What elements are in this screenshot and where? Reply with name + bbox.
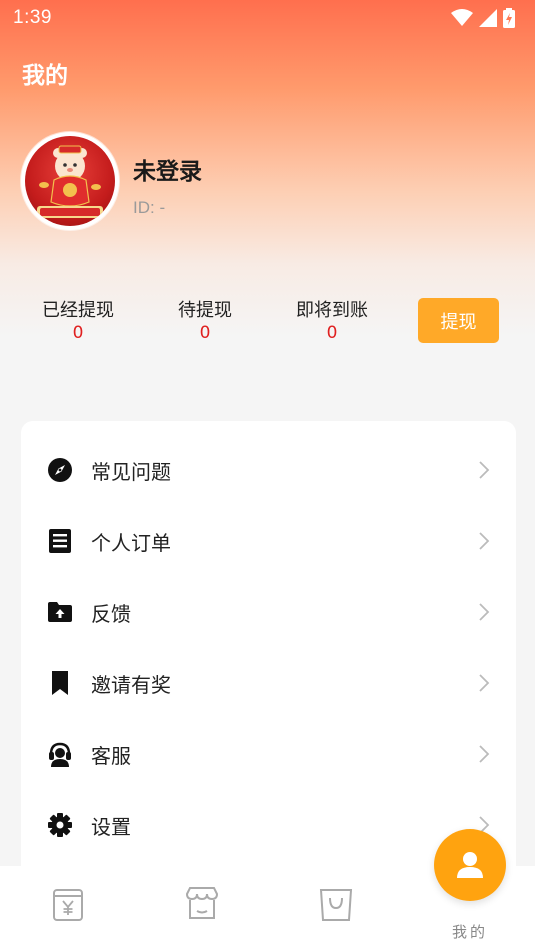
battery-icon — [503, 8, 515, 28]
stat-pending[interactable]: 待提现 0 — [150, 296, 260, 343]
menu-item-label: 邀请有奖 — [91, 672, 171, 697]
tab-profile-label: 我的 — [452, 923, 489, 941]
menu-item-label: 反馈 — [91, 601, 131, 626]
chevron-right-icon — [479, 745, 490, 763]
avatar[interactable] — [21, 132, 119, 230]
menu-item-invite[interactable]: 邀请有奖 — [21, 653, 516, 713]
tab-wallet[interactable] — [48, 884, 88, 924]
chevron-right-icon — [479, 674, 490, 692]
status-time: 1:39 — [13, 7, 52, 28]
menu-item-customer-service[interactable]: 客服 — [21, 724, 516, 784]
stat-label: 已经提现 — [42, 300, 114, 321]
tab-profile[interactable] — [434, 829, 506, 901]
chevron-right-icon — [479, 532, 490, 550]
stat-value: 0 — [199, 323, 211, 343]
compass-icon — [47, 457, 73, 483]
stat-value: 0 — [72, 323, 84, 343]
status-icons — [451, 8, 515, 28]
status-bar: 1:39 — [0, 0, 535, 36]
tab-shopping-bag[interactable] — [316, 884, 356, 924]
menu-item-label: 个人订单 — [91, 530, 171, 555]
signal-icon — [479, 9, 497, 27]
chevron-right-icon — [479, 603, 490, 621]
user-name[interactable]: 未登录 — [133, 152, 202, 186]
menu-item-faq[interactable]: 常见问题 — [21, 440, 516, 500]
stat-arriving[interactable]: 即将到账 0 — [277, 296, 387, 343]
wallet-yen-icon — [53, 889, 83, 921]
wifi-icon — [451, 9, 473, 26]
stat-label: 待提现 — [178, 300, 232, 321]
page-title: 我的 — [22, 63, 68, 89]
avatar-tiger-image — [37, 145, 103, 218]
store-icon — [185, 887, 219, 919]
folder-upload-icon — [47, 599, 73, 625]
stat-label: 即将到账 — [296, 300, 368, 321]
menu-item-feedback[interactable]: 反馈 — [21, 582, 516, 642]
headset-icon — [47, 741, 73, 767]
person-icon — [457, 852, 483, 878]
withdraw-button[interactable]: 提现 — [418, 298, 499, 343]
menu-card: 常见问题 个人订单 反馈 邀请有奖 客服 设置 — [21, 421, 516, 891]
stat-value: 0 — [326, 323, 338, 343]
shopping-bag-icon — [319, 889, 353, 921]
menu-item-orders[interactable]: 个人订单 — [21, 511, 516, 571]
menu-item-label: 客服 — [91, 743, 131, 768]
menu-item-label: 设置 — [91, 814, 131, 839]
tab-store[interactable] — [182, 884, 222, 924]
gear-icon — [47, 812, 73, 838]
stat-withdrawn[interactable]: 已经提现 0 — [23, 296, 133, 343]
order-list-icon — [47, 528, 73, 554]
bookmark-icon — [47, 670, 73, 696]
user-id: ID: - — [133, 198, 166, 217]
menu-item-label: 常见问题 — [91, 459, 171, 484]
chevron-right-icon — [479, 461, 490, 479]
